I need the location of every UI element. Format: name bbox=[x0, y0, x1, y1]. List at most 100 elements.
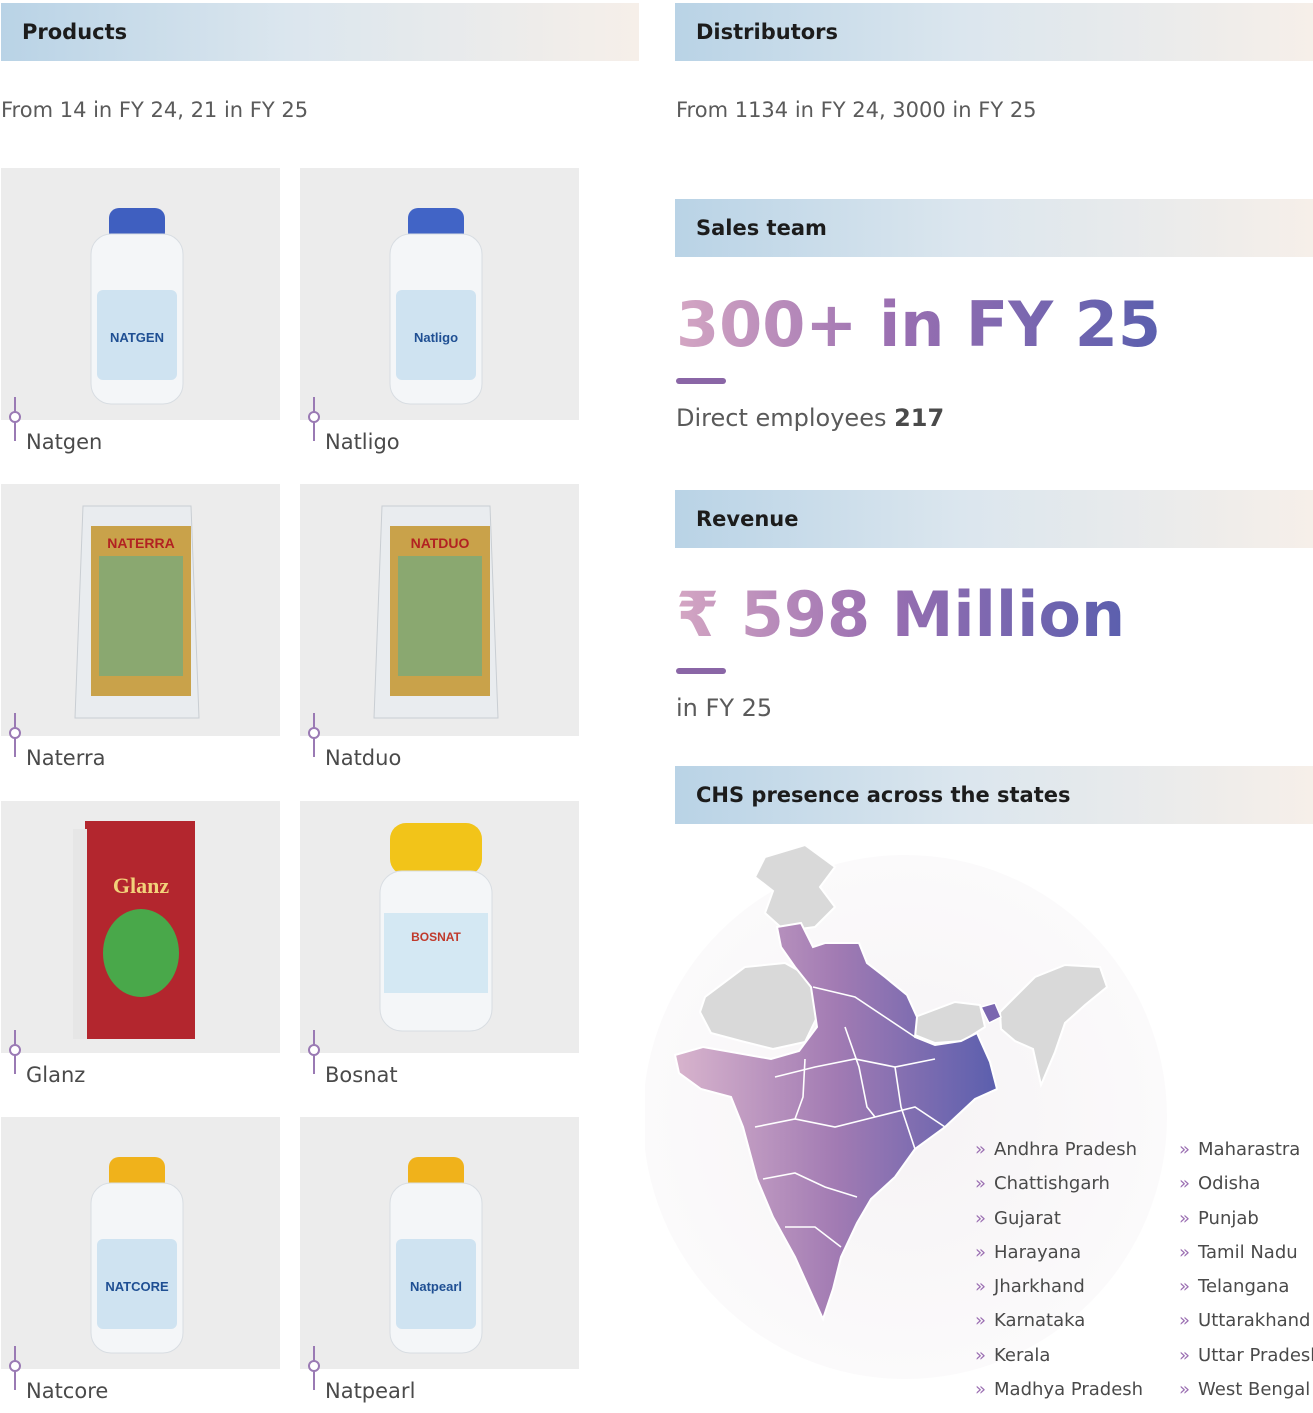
revenue-header: Revenue bbox=[675, 490, 1313, 548]
state-name: Harayana bbox=[994, 1241, 1082, 1263]
state-name: Chattishgarh bbox=[994, 1173, 1110, 1195]
product-name: Bosnat bbox=[325, 1063, 398, 1087]
sales-caption-prefix: Direct employees bbox=[676, 404, 887, 432]
bottle-icon: NATGEN bbox=[90, 208, 184, 405]
svg-text:NATERRA: NATERRA bbox=[107, 535, 174, 551]
revenue-underline bbox=[676, 668, 726, 674]
sales-underline bbox=[676, 378, 726, 384]
distributors-heading: Distributors bbox=[696, 20, 839, 44]
state-name: Tamil Nadu bbox=[1198, 1241, 1298, 1263]
state-list-item: » Uttar Pradesh bbox=[1179, 1345, 1313, 1379]
state-list-item: » Uttarakhand bbox=[1179, 1310, 1313, 1344]
svg-text:Glanz: Glanz bbox=[113, 873, 169, 898]
state-list-item: » Karnataka bbox=[975, 1310, 1143, 1344]
bottle-icon: Natligo bbox=[389, 208, 483, 405]
state-list-item: » Punjab bbox=[1179, 1208, 1313, 1242]
state-name: Telangana bbox=[1198, 1276, 1290, 1298]
chevron-right-icon: » bbox=[975, 1241, 987, 1263]
products-heading: Products bbox=[22, 20, 128, 44]
state-name: Kerala bbox=[994, 1344, 1051, 1366]
state-name: Punjab bbox=[1198, 1207, 1259, 1229]
product-name: Naterra bbox=[26, 746, 106, 770]
state-name: Karnataka bbox=[994, 1310, 1086, 1332]
revenue-figure: ₹ 598 Million bbox=[676, 578, 1126, 651]
state-name: Uttarakhand bbox=[1198, 1310, 1311, 1332]
state-list-item: » Maharastra bbox=[1179, 1139, 1313, 1173]
pin-marker-icon bbox=[9, 1030, 21, 1074]
svg-text:Natpearl: Natpearl bbox=[410, 1279, 462, 1294]
states-list-col1: » Andhra Pradesh » Chattishgarh » Gujarat » Har… bbox=[975, 1139, 1143, 1413]
state-list-item: » Gujarat bbox=[975, 1208, 1143, 1242]
chevron-right-icon: » bbox=[1179, 1139, 1191, 1160]
sales-caption-value: 217 bbox=[894, 404, 945, 432]
state-name: Uttar Pradesh bbox=[1198, 1344, 1313, 1366]
distributors-header: Distributors bbox=[675, 3, 1313, 61]
chevron-right-icon: » bbox=[975, 1379, 987, 1401]
pouch-icon: NATERRA bbox=[74, 505, 200, 719]
chevron-right-icon: » bbox=[1179, 1379, 1191, 1401]
state-name: Gujarat bbox=[994, 1207, 1061, 1229]
state-name: Andhra Pradesh bbox=[994, 1139, 1137, 1160]
product-name: Glanz bbox=[26, 1063, 86, 1087]
chevron-right-icon: » bbox=[975, 1276, 987, 1298]
product-name: Natduo bbox=[325, 746, 402, 770]
chevron-right-icon: » bbox=[975, 1310, 987, 1332]
box-icon: Glanz bbox=[73, 821, 195, 1039]
product-tile: Natpearl bbox=[300, 1117, 579, 1369]
state-list-item: » West Bengal bbox=[1179, 1379, 1313, 1413]
state-list-item: » Telangana bbox=[1179, 1276, 1313, 1310]
pin-marker-icon bbox=[9, 1346, 21, 1390]
state-list-item: » Tamil Nadu bbox=[1179, 1242, 1313, 1276]
bottle-icon: Natpearl bbox=[389, 1157, 483, 1354]
state-list-item: » Harayana bbox=[975, 1242, 1143, 1276]
svg-text:NATDUO: NATDUO bbox=[411, 535, 470, 551]
product-tile: BOSNAT bbox=[300, 801, 579, 1053]
pin-marker-icon bbox=[308, 397, 320, 441]
sales-figure: 300+ in FY 25 bbox=[676, 288, 1162, 361]
product-name: Natgen bbox=[26, 430, 103, 454]
state-name: Madhya Pradesh bbox=[994, 1379, 1144, 1401]
product-name: Natcore bbox=[26, 1379, 109, 1403]
products-subtitle: From 14 in FY 24, 21 in FY 25 bbox=[1, 98, 309, 122]
distributors-subtitle: From 1134 in FY 24, 3000 in FY 25 bbox=[676, 98, 1037, 122]
svg-text:NATGEN: NATGEN bbox=[110, 330, 164, 345]
state-name: West Bengal bbox=[1198, 1379, 1311, 1401]
product-tile: NATDUO bbox=[300, 484, 579, 736]
chevron-right-icon: » bbox=[1179, 1241, 1191, 1263]
pin-marker-icon bbox=[308, 1346, 320, 1390]
product-name: Natligo bbox=[325, 430, 400, 454]
jar-icon: BOSNAT bbox=[379, 823, 493, 1032]
state-list-item: » Madhya Pradesh bbox=[975, 1379, 1143, 1413]
product-name: Natpearl bbox=[325, 1379, 416, 1403]
svg-text:Natligo: Natligo bbox=[414, 330, 458, 345]
state-list-item: » Jharkhand bbox=[975, 1276, 1143, 1310]
pin-marker-icon bbox=[9, 397, 21, 441]
chevron-right-icon: » bbox=[1179, 1207, 1191, 1229]
sales-caption: Direct employees 217 bbox=[676, 404, 944, 432]
svg-text:BOSNAT: BOSNAT bbox=[411, 930, 461, 944]
product-tile: NATGEN bbox=[1, 168, 280, 420]
product-tile: NATCORE bbox=[1, 1117, 280, 1369]
product-tile: Natligo bbox=[300, 168, 579, 420]
revenue-heading: Revenue bbox=[696, 507, 799, 531]
svg-text:NATCORE: NATCORE bbox=[105, 1279, 169, 1294]
bottle-icon: NATCORE bbox=[90, 1157, 184, 1354]
chevron-right-icon: » bbox=[975, 1207, 987, 1229]
pin-marker-icon bbox=[308, 713, 320, 757]
pouch-icon: NATDUO bbox=[373, 505, 499, 719]
presence-header: CHS presence across the states bbox=[675, 766, 1313, 824]
state-list-item: » Kerala bbox=[975, 1345, 1143, 1379]
chevron-right-icon: » bbox=[1179, 1310, 1191, 1332]
sales-heading: Sales team bbox=[696, 216, 827, 240]
state-list-item: » Andhra Pradesh bbox=[975, 1139, 1143, 1173]
presence-heading: CHS presence across the states bbox=[696, 783, 1071, 807]
state-list-item: » Chattishgarh bbox=[975, 1173, 1143, 1207]
chevron-right-icon: » bbox=[1179, 1173, 1191, 1195]
products-header: Products bbox=[1, 3, 639, 61]
pin-marker-icon bbox=[9, 713, 21, 757]
state-list-item: » Odisha bbox=[1179, 1173, 1313, 1207]
states-list-col2: » Maharastra » Odisha » Punjab » Tamil Nadu » Tel… bbox=[1179, 1139, 1313, 1413]
pin-marker-icon bbox=[308, 1030, 320, 1074]
chevron-right-icon: » bbox=[1179, 1344, 1191, 1366]
chevron-right-icon: » bbox=[975, 1173, 987, 1195]
